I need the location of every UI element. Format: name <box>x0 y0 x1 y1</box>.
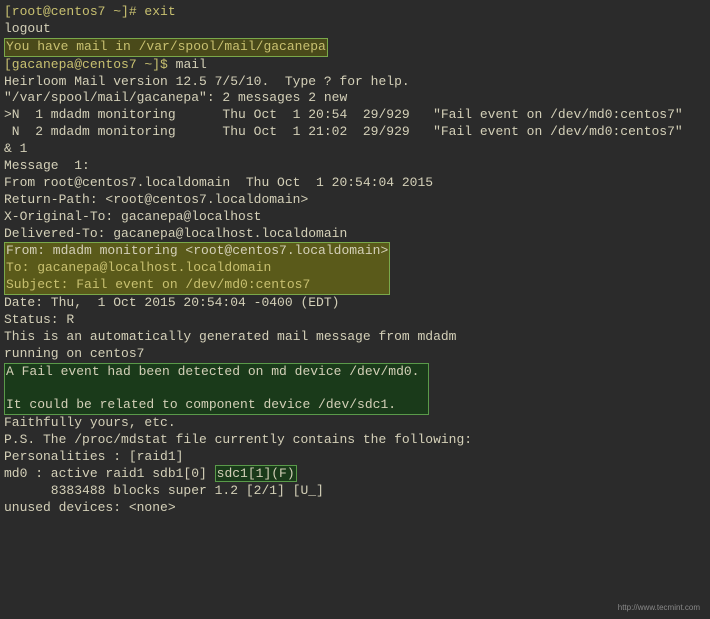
header-subject: Subject: Fail event on /dev/md0:centos7 <box>6 277 373 292</box>
mdstat-unused: unused devices: <none> <box>4 500 706 517</box>
mail-mailbox: "/var/spool/mail/gacanepa": 2 messages 2… <box>4 90 706 107</box>
output-logout: logout <box>4 21 706 38</box>
mail-message-2: N 2 mdadm monitoring Thu Oct 1 21:02 29/… <box>4 124 706 141</box>
mdstat-md0: md0 : active raid1 sdb1[0] sdc1[1](F) <box>4 466 706 483</box>
mdstat-md0-prefix: md0 : active raid1 sdb1[0] <box>4 466 215 481</box>
header-to: To: gacanepa@localhost.localdomain <box>6 260 373 275</box>
message-delivered-to: Delivered-To: gacanepa@localhost.localdo… <box>4 226 706 243</box>
message-status: Status: R <box>4 312 706 329</box>
message-date: Date: Thu, 1 Oct 2015 20:54:04 -0400 (ED… <box>4 295 706 312</box>
message-from-line: From root@centos7.localdomain Thu Oct 1 … <box>4 175 706 192</box>
message-body-1: This is an automatically generated mail … <box>4 329 706 346</box>
prompt-prefix: [gacanepa@centos7 ~]$ <box>4 57 176 72</box>
mail-input-select: & 1 <box>4 141 706 158</box>
mail-notice-line: You have mail in /var/spool/mail/gacanep… <box>4 38 706 57</box>
mdstat-failed-device: sdc1[1](F) <box>215 465 297 482</box>
mdstat-personalities: Personalities : [raid1] <box>4 449 706 466</box>
prompt-root-exit: [root@centos7 ~]# exit <box>4 4 706 21</box>
message-headers-highlighted: From: mdadm monitoring <root@centos7.loc… <box>4 242 706 295</box>
message-return-path: Return-Path: <root@centos7.localdomain> <box>4 192 706 209</box>
ps-mdstat: P.S. The /proc/mdstat file currently con… <box>4 432 706 449</box>
message-header-number: Message 1: <box>4 158 706 175</box>
fail-event-component: It could be related to component device … <box>6 397 419 412</box>
header-from: From: mdadm monitoring <root@centos7.loc… <box>6 243 388 258</box>
prompt-user-mail: [gacanepa@centos7 ~]$ mail <box>4 57 706 74</box>
watermark: http://www.tecmint.com <box>618 603 700 613</box>
mail-message-1: >N 1 mdadm monitoring Thu Oct 1 20:54 29… <box>4 107 706 124</box>
headers-highlight-box: From: mdadm monitoring <root@centos7.loc… <box>4 242 390 295</box>
mail-notice-highlight: You have mail in /var/spool/mail/gacanep… <box>4 38 328 57</box>
signature: Faithfully yours, etc. <box>4 415 706 432</box>
message-x-original-to: X-Original-To: gacanepa@localhost <box>4 209 706 226</box>
fail-event-blank <box>6 381 427 396</box>
fail-event-block: A Fail event had been detected on md dev… <box>4 363 706 416</box>
fail-event-highlight: A Fail event had been detected on md dev… <box>4 363 429 416</box>
message-body-2: running on centos7 <box>4 346 706 363</box>
mail-command: mail <box>176 57 207 72</box>
mail-version: Heirloom Mail version 12.5 7/5/10. Type … <box>4 74 706 91</box>
fail-event-detected: A Fail event had been detected on md dev… <box>6 364 419 379</box>
mdstat-blocks: 8383488 blocks super 1.2 [2/1] [U_] <box>4 483 706 500</box>
